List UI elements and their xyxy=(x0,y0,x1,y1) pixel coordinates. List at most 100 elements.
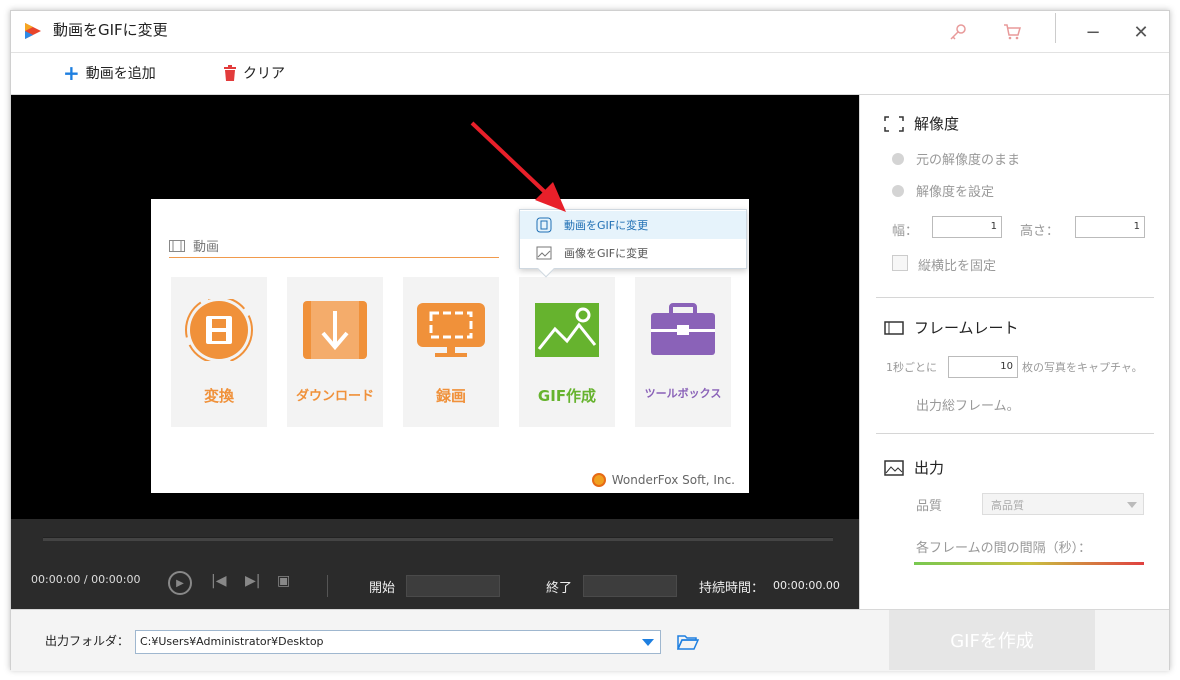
menu-item-image-label: 画像をGIFに変更 xyxy=(564,247,649,260)
titlebar-separator xyxy=(1055,13,1056,43)
minimize-button[interactable]: − xyxy=(1075,17,1111,47)
film-icon xyxy=(169,239,185,252)
section-divider xyxy=(876,433,1154,434)
end-time-input[interactable] xyxy=(583,575,677,597)
tool-menu-popup: 動画をGIFに変更 画像をGIFに変更 xyxy=(519,209,747,278)
video-preview: 動画 変換 ダウンロード 録画 GIF作成 ツールボックス 動画をGIFに変更 … xyxy=(11,95,859,519)
clear-button[interactable]: クリア xyxy=(223,63,285,83)
playback-controls: 00:00:00 / 00:00:00 ▶ |◀ ▶| ▣ 開始 終了 持続時間… xyxy=(11,519,859,609)
start-time-input[interactable] xyxy=(406,575,500,597)
per-second-suffix: 枚の写真をキャプチャ。 xyxy=(1022,361,1143,374)
menu-item-video-label: 動画をGIFに変更 xyxy=(564,219,649,232)
lock-ratio-checkbox[interactable] xyxy=(892,255,908,271)
video-file-icon xyxy=(536,217,552,233)
duration-label: 持続時間： xyxy=(699,581,765,596)
tile-convert: 変換 xyxy=(171,277,267,427)
menu-item-image-to-gif[interactable]: 画像をGIFに変更 xyxy=(520,239,746,267)
folder-open-icon[interactable] xyxy=(677,634,699,650)
section-divider xyxy=(876,297,1154,298)
duration-value: 00:00:00.00 xyxy=(773,579,840,592)
menu-item-video-to-gif[interactable]: 動画をGIFに変更 xyxy=(520,211,746,239)
tile-label-convert: 変換 xyxy=(203,387,234,405)
category-label: 動画 xyxy=(193,240,220,255)
quality-value: 高品質 xyxy=(991,499,1024,512)
wonderfox-credit: WonderFox Soft, Inc. xyxy=(591,473,735,487)
cart-icon[interactable] xyxy=(997,17,1027,47)
add-video-button[interactable]: + 動画を追加 xyxy=(63,63,156,83)
toolbox-icon xyxy=(651,303,715,355)
radio-indicator xyxy=(892,152,904,165)
quality-select[interactable]: 高品質 xyxy=(982,493,1144,515)
key-icon[interactable] xyxy=(943,17,973,47)
resolution-section-title: 解像度 xyxy=(884,113,959,134)
chevron-down-icon xyxy=(1127,502,1137,508)
radio-keep-original[interactable]: 元の解像度のまま xyxy=(892,149,1020,168)
convert-icon xyxy=(185,299,253,361)
output-section-title: 出力 xyxy=(884,457,944,478)
tile-label-record: 録画 xyxy=(435,387,466,405)
interval-label: 各フレームの間の間隔（秒）： xyxy=(916,541,1092,556)
window-title: 動画をGIFに変更 xyxy=(53,21,168,39)
play-button[interactable]: ▶ xyxy=(168,571,192,595)
radio-set-resolution-label: 解像度を設定 xyxy=(916,185,995,200)
resolution-icon xyxy=(884,115,904,132)
end-label: 終了 xyxy=(546,581,573,596)
seek-bar[interactable] xyxy=(43,537,833,541)
total-frames-label: 出力総フレーム。 xyxy=(916,399,1020,414)
tile-toolbox: ツールボックス xyxy=(635,277,731,427)
tile-record: 録画 xyxy=(403,277,499,427)
app-logo-icon xyxy=(25,23,41,39)
next-frame-icon[interactable]: ▶| xyxy=(245,573,260,589)
close-button[interactable]: ✕ xyxy=(1123,17,1159,47)
radio-set-resolution[interactable]: 解像度を設定 xyxy=(892,181,994,200)
frames-per-second-input[interactable]: 10 xyxy=(948,356,1018,378)
output-path-input[interactable]: C:¥Users¥Administrator¥Desktop xyxy=(135,630,661,654)
tile-label-toolbox: ツールボックス xyxy=(644,387,722,400)
output-folder-label: 出力フォルダ： xyxy=(45,634,130,648)
category-heading: 動画 xyxy=(169,234,499,258)
tile-gif: GIF作成 xyxy=(519,277,615,427)
settings-panel: 解像度 元の解像度のまま 解像度を設定 幅： 1 高さ： 1 縦横比を固定 フレ… xyxy=(859,95,1169,609)
output-image-icon xyxy=(884,459,904,476)
radio-keep-original-label: 元の解像度のまま xyxy=(916,153,1021,168)
framerate-icon xyxy=(884,320,904,335)
start-label: 開始 xyxy=(369,581,396,596)
output-title: 出力 xyxy=(914,459,945,477)
bottom-bar: 出力フォルダ： C:¥Users¥Administrator¥Desktop G… xyxy=(11,609,1169,671)
trash-icon xyxy=(224,65,236,81)
time-readout: 00:00:00 / 00:00:00 xyxy=(31,573,141,586)
plus-icon: + xyxy=(63,61,80,85)
height-input[interactable]: 1 xyxy=(1075,216,1145,238)
framerate-title: フレームレート xyxy=(914,319,1019,337)
gif-image-icon xyxy=(535,303,599,357)
interval-slider[interactable] xyxy=(914,562,1144,565)
lock-ratio-label: 縦横比を固定 xyxy=(918,259,997,274)
chevron-down-icon[interactable] xyxy=(642,639,654,646)
resolution-title: 解像度 xyxy=(914,115,960,133)
height-label: 高さ： xyxy=(1020,224,1060,239)
tile-label-download: ダウンロード xyxy=(295,389,374,404)
record-icon xyxy=(417,303,485,357)
preview-image: 動画 変換 ダウンロード 録画 GIF作成 ツールボックス 動画をGIFに変更 … xyxy=(151,199,749,493)
output-path-text: C:¥Users¥Administrator¥Desktop xyxy=(140,635,324,648)
app-window: 動画をGIFに変更 − ✕ + 動画を追加 クリア 動画 変換 ダウンロード 録… xyxy=(10,10,1170,671)
title-bar: 動画をGIFに変更 − ✕ xyxy=(11,11,1169,53)
tile-label-gif: GIF作成 xyxy=(537,387,597,405)
quality-label: 品質 xyxy=(916,499,943,514)
controls-separator xyxy=(327,575,328,597)
framerate-section-title: フレームレート xyxy=(884,317,1019,338)
download-icon xyxy=(303,301,367,359)
width-label: 幅： xyxy=(892,224,919,239)
toolbar: + 動画を追加 クリア xyxy=(11,53,1169,95)
clear-label: クリア xyxy=(243,66,285,82)
wonderfox-logo-icon xyxy=(591,473,606,487)
width-input[interactable]: 1 xyxy=(932,216,1002,238)
snapshot-icon[interactable]: ▣ xyxy=(277,573,290,589)
per-second-prefix: 1秒ごとに xyxy=(886,361,937,374)
radio-indicator xyxy=(892,184,904,197)
image-file-icon xyxy=(536,246,552,260)
add-video-label: 動画を追加 xyxy=(85,66,156,82)
previous-frame-icon[interactable]: |◀ xyxy=(211,573,226,589)
tile-download: ダウンロード xyxy=(287,277,383,427)
create-gif-button[interactable]: GIFを作成 xyxy=(889,610,1095,670)
